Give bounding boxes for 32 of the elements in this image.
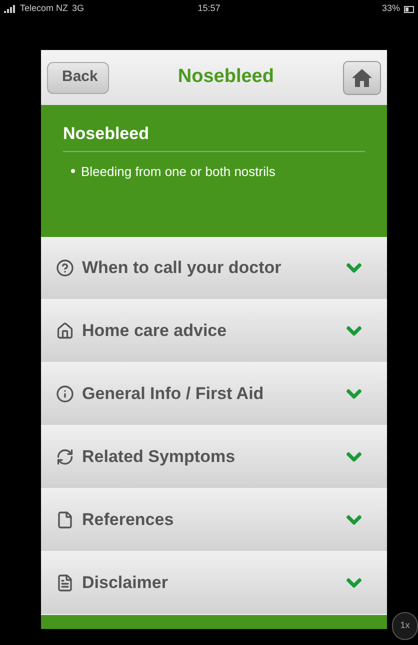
bullet-text: Bleeding from one or both nostrils: [81, 162, 276, 181]
refresh-icon: [56, 448, 74, 466]
battery-percent: 33%: [382, 2, 400, 16]
signal-icon: [4, 5, 16, 13]
row-label: General Info / First Aid: [82, 383, 265, 406]
page-icon: [56, 511, 74, 529]
accordion-row[interactable]: General Info / First Aid: [41, 363, 387, 426]
accordion-row[interactable]: Home care advice: [41, 300, 387, 363]
house-icon: [350, 68, 373, 88]
network-type: 3G: [72, 2, 84, 16]
question-icon: [56, 259, 74, 277]
battery-icon: [404, 6, 414, 12]
page-title: Nosebleed: [178, 65, 274, 90]
house-icon: [56, 322, 74, 340]
clock: 15:57: [198, 2, 220, 16]
zoom-button[interactable]: 1x: [392, 612, 418, 640]
row-label: Related Symptoms: [82, 446, 236, 468]
home-button[interactable]: [342, 60, 381, 94]
info-icon: [56, 385, 74, 403]
bullet-icon: [71, 169, 75, 174]
row-label: When to call your doctor: [82, 257, 282, 280]
row-label: References: [82, 509, 175, 532]
row-label: Disclaimer: [82, 572, 169, 594]
row-label: Home care advice: [82, 320, 228, 342]
document-icon: [56, 574, 74, 592]
back-button[interactable]: Back: [47, 62, 109, 94]
carrier-name: Telecom NZ: [20, 2, 68, 16]
accordion-row[interactable]: Related Symptoms: [41, 426, 387, 489]
accordion-row[interactable]: Disclaimer: [41, 552, 387, 615]
accordion-row[interactable]: References: [41, 489, 387, 552]
summary-title: Nosebleed: [63, 121, 365, 152]
accordion-row[interactable]: When to call your doctor: [41, 237, 387, 300]
